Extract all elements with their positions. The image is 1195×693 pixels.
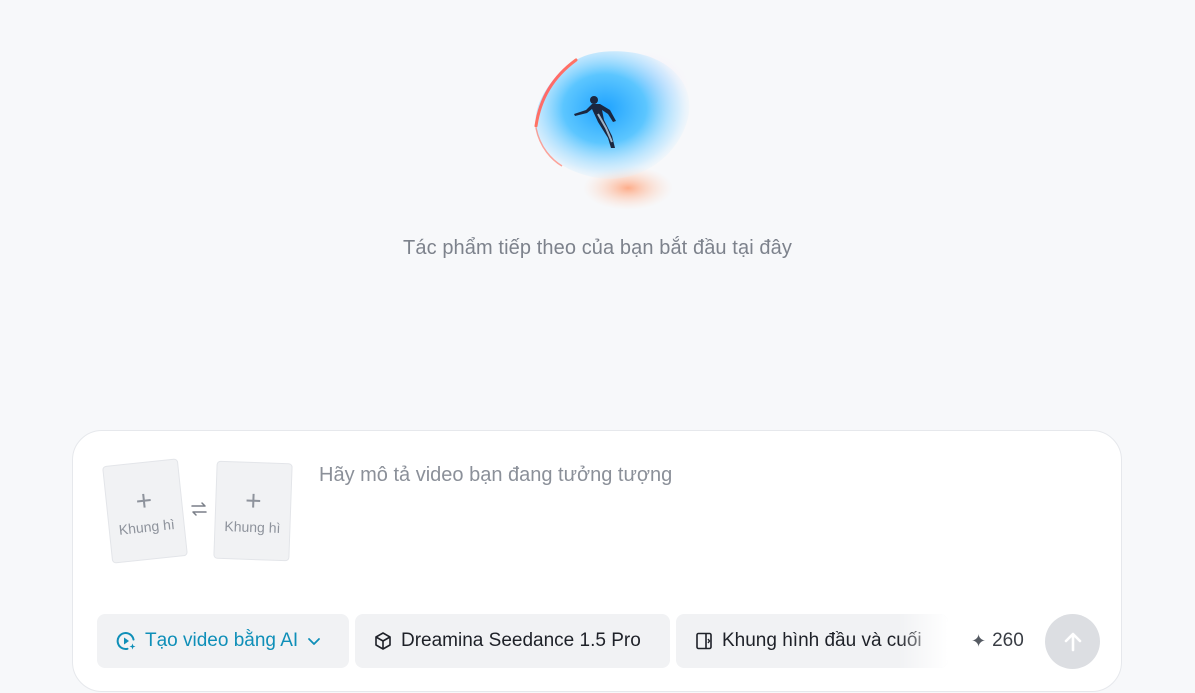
mode-selector-button[interactable]: Tạo video bằng AI (97, 614, 349, 668)
prompt-input[interactable] (319, 455, 1079, 495)
plus-icon: + (134, 484, 154, 517)
start-frame-label: Khung hì (117, 516, 176, 538)
send-button[interactable] (1045, 614, 1100, 669)
prompt-composer: + Khung hì + Khung hì Tạo video bằng AI (72, 430, 1122, 692)
credits-counter: ✦ 260 (971, 614, 1024, 668)
chevron-down-icon (308, 638, 321, 645)
hero-illustration (534, 48, 693, 210)
video-sparkle-icon (116, 632, 136, 651)
plus-icon: + (244, 484, 263, 517)
frame-mode-button[interactable]: Khung hình đầu và cuối (676, 614, 948, 668)
model-label: Dreamina Seedance 1.5 Pro (401, 630, 641, 651)
frame-panel-icon (696, 632, 712, 650)
start-frame-upload[interactable]: + Khung hì (102, 458, 188, 564)
arrow-up-icon (1064, 632, 1081, 651)
end-frame-label: Khung hì (224, 518, 281, 536)
end-frame-upload[interactable]: + Khung hì (213, 460, 293, 562)
cube-icon (375, 632, 391, 650)
frame-mode-label: Khung hình đầu và cuối (722, 630, 922, 651)
hero-tagline: Tác phẩm tiếp theo của bạn bắt đầu tại đ… (403, 237, 792, 259)
model-selector-button[interactable]: Dreamina Seedance 1.5 Pro (355, 614, 670, 668)
credits-star-icon: ✦ (971, 630, 987, 651)
page: Tác phẩm tiếp theo của bạn bắt đầu tại đ… (0, 0, 1195, 693)
mode-label: Tạo video bằng AI (145, 630, 299, 651)
credits-value: 260 (992, 630, 1024, 651)
swap-arrows-icon[interactable] (189, 499, 209, 519)
